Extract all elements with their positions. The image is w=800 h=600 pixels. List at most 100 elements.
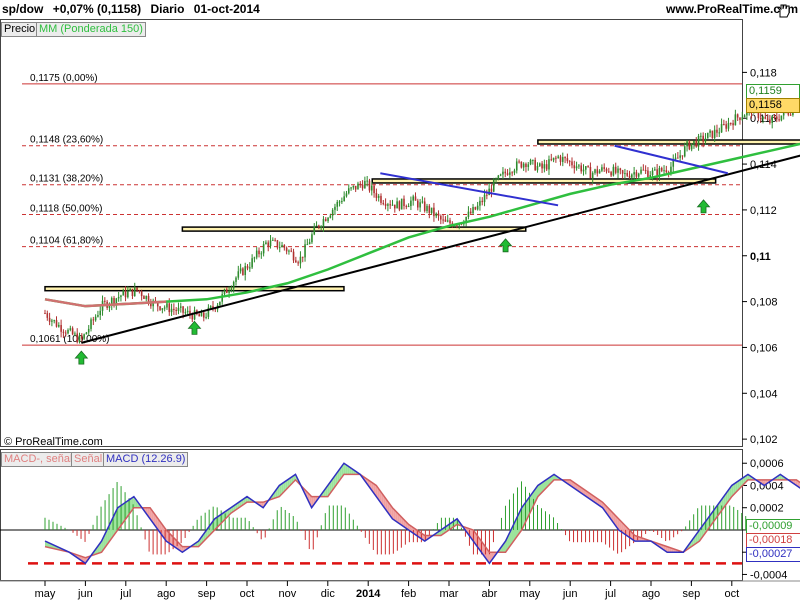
fibonacci-label: 0,1131 (38,20%): [30, 174, 103, 185]
candle-body: [479, 200, 481, 206]
price-tick-label: 0,118: [750, 67, 777, 79]
candle-body: [713, 129, 716, 138]
time-tick-label: may: [35, 588, 56, 600]
hand-icon[interactable]: [776, 4, 792, 18]
candle-body: [285, 247, 288, 252]
candle-body: [417, 200, 419, 208]
candle-body: [97, 315, 99, 317]
candle-body: [589, 167, 592, 179]
candle-body: [700, 135, 702, 137]
candle-body: [69, 328, 72, 330]
candle-body: [85, 332, 88, 335]
candle-body: [347, 188, 350, 194]
candle-body: [44, 313, 46, 315]
candle-body: [499, 174, 502, 176]
ticker-symbol[interactable]: sp/dow: [2, 2, 43, 16]
candle-body: [223, 289, 226, 295]
candle-body: [776, 116, 778, 120]
chart-window: 0,1020,1040,1060,1080,110,1120,1140,1160…: [0, 0, 800, 600]
candle-body: [74, 333, 76, 335]
candle-body: [766, 118, 769, 120]
candle-body: [614, 166, 617, 173]
candle-body: [617, 168, 619, 173]
candle-body: [297, 262, 299, 264]
candle-body: [718, 132, 721, 134]
candle-body: [366, 180, 368, 182]
moving-average-legend[interactable]: MM (Ponderada 150): [36, 22, 146, 37]
candle-body: [571, 161, 573, 166]
candle-body: [182, 306, 184, 313]
candle-body: [637, 173, 640, 177]
candle-body: [628, 175, 631, 178]
macd-fill-slice: [343, 464, 346, 476]
macd-legend-macd[interactable]: MACD (12.26.9): [103, 452, 189, 467]
candle-body: [538, 163, 541, 166]
candle-body: [490, 188, 493, 192]
candle-body: [518, 161, 520, 163]
macd-legend-macd-signal[interactable]: MACD-, señal: [1, 452, 76, 467]
candle-body: [472, 207, 474, 214]
candle-body: [295, 260, 297, 263]
macd-tick-label: 0,0002: [750, 503, 784, 515]
candle-body: [343, 196, 345, 202]
candle-body: [654, 169, 656, 171]
candle-body: [543, 164, 546, 169]
candle-body: [313, 226, 316, 235]
candle-body: [352, 185, 355, 188]
chart-canvas[interactable]: 0,1020,1040,1060,1080,110,1120,1140,1160…: [0, 0, 800, 600]
candle-body: [591, 172, 594, 179]
candle-body: [242, 268, 244, 275]
candle-body: [619, 168, 622, 171]
candle-body: [545, 164, 548, 170]
candle-body: [357, 183, 359, 190]
candle-body: [249, 267, 251, 269]
time-tick-label: dic: [321, 588, 336, 600]
candle-body: [522, 163, 525, 168]
period-label[interactable]: Diario: [150, 2, 184, 16]
candle-body: [396, 201, 398, 209]
up-arrow-icon: [74, 350, 89, 365]
candle-body: [267, 242, 270, 246]
candle-body: [527, 164, 530, 167]
candle-body: [336, 201, 339, 207]
candle-body: [762, 117, 764, 119]
price-tick-label: 0,102: [750, 434, 778, 446]
candle-body: [631, 174, 633, 178]
candle-body: [237, 271, 240, 278]
candle-body: [382, 202, 385, 204]
candle-body: [306, 244, 309, 246]
candle-body: [506, 173, 509, 175]
candle-body: [235, 277, 237, 282]
candle-body: [709, 130, 711, 133]
candle-body: [419, 202, 421, 208]
candle-body: [350, 187, 352, 189]
candle-body: [230, 288, 233, 291]
candle-body: [389, 204, 391, 206]
candle-body: [608, 171, 610, 173]
tab-precio[interactable]: Precio: [1, 22, 39, 37]
candle-body: [179, 306, 182, 308]
macd-legend-signal[interactable]: Señal: [71, 452, 106, 467]
candle-body: [789, 114, 792, 116]
time-tick-label: sep: [683, 588, 701, 600]
macd-tick-label: -0,0004: [750, 569, 787, 581]
candle-body: [467, 211, 470, 217]
candle-body: [548, 159, 550, 170]
candle-body: [410, 200, 412, 207]
candle-body: [301, 256, 304, 258]
candle-body: [679, 155, 681, 158]
candle-body: [741, 117, 744, 120]
candle-body: [334, 206, 336, 210]
candle-body: [414, 196, 417, 201]
candle-body: [727, 122, 730, 129]
candle-body: [690, 143, 693, 150]
candle-body: [686, 141, 688, 147]
price-tick-label: 0,106: [750, 342, 778, 354]
fibonacci-label: 0,1148 (23,60%): [30, 135, 103, 146]
candle-body: [46, 313, 49, 318]
candle-body: [536, 165, 539, 171]
candle-body: [693, 140, 695, 144]
candle-body: [288, 250, 290, 252]
candle-body: [67, 329, 69, 334]
fibonacci-label: 0,1104 (61,80%): [30, 236, 103, 247]
